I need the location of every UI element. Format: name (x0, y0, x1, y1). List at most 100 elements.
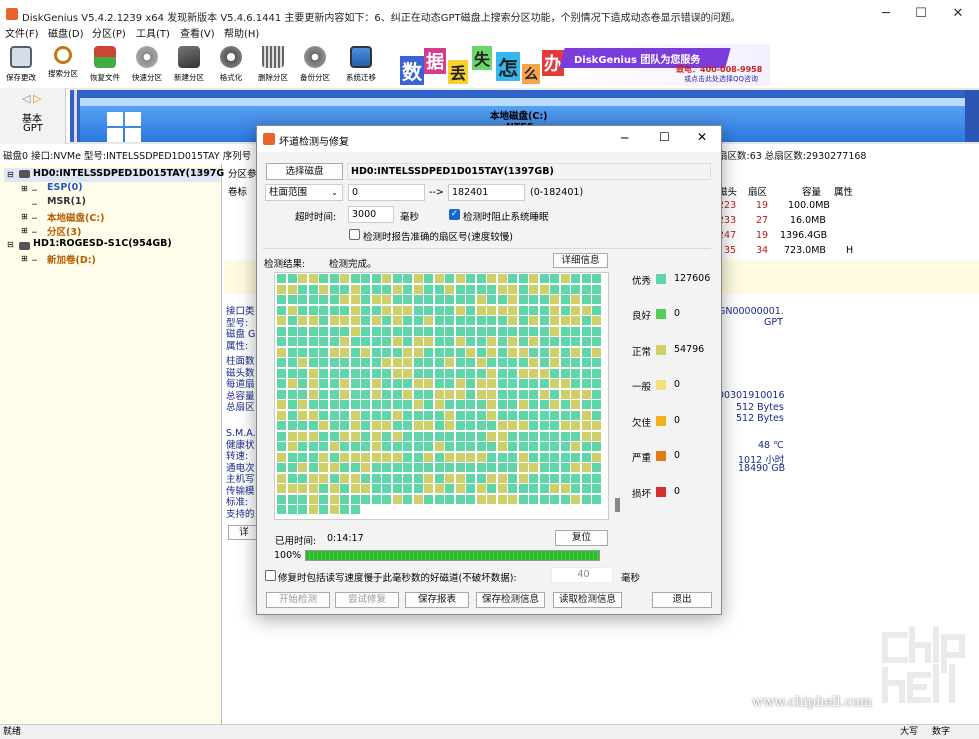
ad-qq-link[interactable]: 或点击此处选择QQ咨询 (684, 74, 758, 84)
backup-partition-button[interactable]: 备份分区 (295, 44, 335, 86)
range-end-input[interactable]: 182401 (448, 184, 525, 201)
sector-cell (340, 379, 349, 388)
menu-view[interactable]: 查看(V) (180, 28, 215, 42)
collapse-icon[interactable]: ⊟ (7, 170, 14, 179)
prev-disk-arrow[interactable]: ◁ (22, 92, 30, 105)
sector-cell (455, 295, 465, 304)
sector-cell (361, 379, 370, 388)
sector-cell (308, 400, 318, 409)
sector-cell (371, 337, 381, 346)
ad-char: 数 (400, 56, 424, 85)
sector-cell (392, 326, 402, 336)
sector-cell (361, 326, 370, 336)
sector-cell (361, 494, 370, 504)
grid-scrollbar[interactable] (615, 498, 620, 512)
range-start-input[interactable]: 0 (348, 184, 425, 201)
report-sector-checkbox[interactable] (349, 229, 360, 240)
tree-partition-d[interactable]: 新加卷(D:) (47, 252, 96, 266)
save-changes-button[interactable]: 保存更改 (1, 44, 41, 86)
sector-cell (487, 326, 496, 336)
tree-partition-esp[interactable]: ESP(0) (47, 182, 83, 193)
ad-banner[interactable]: 数 据 丢 失 怎 么 办 DiskGenius 团队为您服务 致电：400-0… (394, 44, 770, 86)
tree-partition-msr[interactable]: MSR(1) (47, 196, 86, 207)
menu-tools[interactable]: 工具(T) (136, 28, 170, 42)
sector-cell (476, 347, 486, 357)
dialog-minimize-button[interactable]: ─ (621, 131, 628, 145)
sector-cell (497, 284, 507, 294)
tree-partition-c[interactable]: 本地磁盘(C:) (47, 210, 104, 224)
sector-cell (319, 358, 328, 367)
menu-file[interactable]: 文件(F) (5, 28, 39, 42)
collapse-icon[interactable]: ⊟ (7, 240, 14, 249)
recover-files-button[interactable]: 恢复文件 (85, 44, 125, 86)
dialog-close-button[interactable]: ✕ (697, 130, 707, 144)
sector-cell (466, 326, 475, 336)
repair-ms-input[interactable]: 40 (551, 567, 613, 583)
timeout-input[interactable]: 3000 (348, 206, 394, 223)
sector-cell (487, 431, 496, 441)
sector-cell (392, 421, 402, 430)
next-disk-arrow[interactable]: ▷ (33, 92, 41, 105)
sector-cell (308, 337, 318, 346)
sector-cell (518, 473, 528, 483)
system-migration-button[interactable]: 系统迁移 (341, 44, 381, 86)
sector-cell (497, 484, 507, 493)
tree-disk-hd1[interactable]: HD1:ROGESD-S1C(954GB) (33, 238, 172, 249)
expand-icon[interactable]: ⊞ (21, 212, 28, 221)
new-partition-button[interactable]: 新建分区 (169, 44, 209, 86)
sector-cell (392, 473, 402, 483)
sector-cell (476, 316, 486, 325)
menu-bar: 文件(F) 磁盘(D) 分区(P) 工具(T) 查看(V) 帮助(H) (0, 28, 979, 44)
detail-info-button[interactable]: 详细信息 (553, 253, 608, 268)
select-disk-button[interactable]: 选择磁盘 (266, 163, 343, 180)
sector-cell (455, 410, 465, 420)
exit-button[interactable]: 退出 (652, 592, 712, 608)
sector-cell (329, 326, 339, 336)
host-writes: 18490 GB (738, 463, 786, 474)
sector-cell (466, 368, 475, 378)
close-button[interactable]: ✕ (940, 4, 976, 24)
expand-icon[interactable]: ⊞ (21, 184, 28, 193)
minimize-button[interactable]: ─ (868, 4, 904, 24)
save-report-button[interactable]: 保存报表 (405, 592, 469, 608)
save-scan-info-button[interactable]: 保存检测信息 (476, 592, 545, 608)
sector-cell (434, 410, 444, 420)
search-partition-button[interactable]: 搜索分区 (43, 44, 83, 86)
load-scan-info-button[interactable]: 读取检测信息 (553, 592, 622, 608)
tree-partition-3[interactable]: 分区(3) (47, 224, 81, 238)
reset-button[interactable]: 复位 (555, 530, 608, 546)
sector-cell (287, 316, 297, 325)
sector-cell (308, 326, 318, 336)
menu-disk[interactable]: 磁盘(D) (48, 28, 84, 42)
sector-cell (413, 452, 423, 462)
repair-slow-checkbox[interactable] (265, 570, 276, 581)
sector-cell (529, 400, 538, 409)
menu-help[interactable]: 帮助(H) (224, 28, 259, 42)
sector-cell (424, 400, 433, 409)
sector-cell (403, 326, 412, 336)
prevent-sleep-checkbox[interactable]: ✓ (449, 209, 460, 220)
sector-cell (319, 442, 328, 451)
sector-cell (560, 358, 570, 367)
sector-cell (518, 326, 528, 336)
tree-disk-hd0[interactable]: HD0:INTELSSDPED1D015TAY(1397GB) (33, 168, 236, 179)
start-scan-button[interactable]: 开始检测 (266, 592, 330, 608)
partition-icon: ━ (32, 186, 37, 195)
sector-cell (340, 442, 349, 451)
range-type-select[interactable]: 柱面范围 ⌄ (265, 184, 343, 201)
maximize-button[interactable]: ☐ (903, 4, 939, 24)
sector-cell (581, 463, 591, 472)
sector-cell (487, 274, 496, 283)
delete-partition-button[interactable]: 删除分区 (253, 44, 293, 86)
format-button[interactable]: 格式化 (211, 44, 251, 86)
sector-cell (571, 379, 580, 388)
tab-partition-params[interactable]: 分区参 (228, 166, 257, 180)
quick-partition-button[interactable]: 快速分区 (127, 44, 167, 86)
sector-cell (592, 358, 601, 367)
sector-cell (476, 274, 486, 283)
expand-icon[interactable]: ⊞ (21, 254, 28, 263)
menu-partition[interactable]: 分区(P) (92, 28, 126, 42)
try-repair-button[interactable]: 尝试修复 (335, 592, 399, 608)
expand-icon[interactable]: ⊞ (21, 226, 28, 235)
dialog-maximize-button[interactable]: ☐ (659, 130, 670, 144)
